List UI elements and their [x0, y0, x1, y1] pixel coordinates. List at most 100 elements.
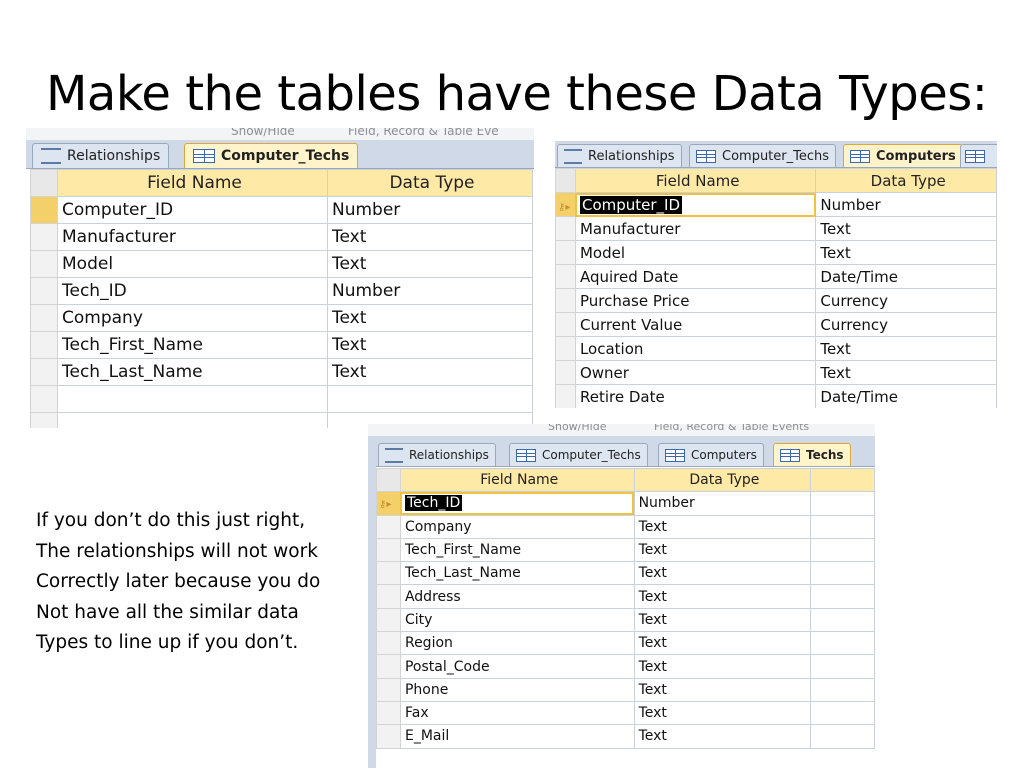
row-selector[interactable] — [376, 584, 401, 609]
table-row[interactable]: Address Text — [376, 584, 875, 609]
field-name-cell[interactable] — [57, 385, 328, 413]
row-selector[interactable] — [376, 724, 401, 749]
field-name-cell[interactable]: Company — [57, 304, 328, 332]
data-type-cell[interactable]: Currency — [815, 312, 997, 337]
data-type-cell[interactable]: Text — [815, 336, 997, 361]
table-row[interactable]: Phone Text — [376, 677, 875, 702]
table-row[interactable]: Model Text — [555, 240, 997, 265]
data-type-cell[interactable]: Text — [633, 607, 812, 633]
table-row[interactable]: E_Mail Text — [376, 724, 875, 749]
field-name-cell[interactable]: City — [399, 607, 635, 633]
table-row[interactable]: City Text — [376, 607, 875, 633]
row-selector[interactable] — [30, 331, 58, 359]
field-name-cell[interactable]: Phone — [399, 677, 635, 702]
data-type-cell[interactable]: Number — [633, 491, 812, 516]
select-all-corner[interactable] — [30, 169, 58, 197]
table-row[interactable]: Location Text — [555, 336, 997, 361]
field-name-cell[interactable]: Current Value — [574, 312, 817, 337]
row-selector[interactable] — [376, 654, 401, 679]
tab-overflow[interactable] — [960, 144, 997, 167]
select-all-corner[interactable] — [376, 467, 401, 493]
row-selector[interactable] — [30, 385, 58, 413]
field-name-cell[interactable]: Location — [574, 336, 817, 361]
description-cell[interactable] — [810, 491, 875, 516]
row-selector[interactable] — [376, 677, 401, 702]
data-type-cell[interactable]: Text — [815, 240, 997, 265]
table-row[interactable]: Purchase Price Currency — [555, 288, 997, 313]
tab-computers[interactable]: Computers — [843, 144, 963, 167]
data-type-cell[interactable]: Date/Time — [815, 264, 997, 289]
table-row[interactable]: ⚷▸ Computer_ID Number — [555, 192, 997, 217]
table-row[interactable]: Owner Text — [555, 360, 997, 385]
row-selector[interactable] — [376, 537, 401, 563]
row-selector[interactable] — [555, 336, 576, 361]
data-type-cell[interactable]: Number — [815, 192, 997, 217]
field-name-cell[interactable]: Company — [399, 514, 635, 539]
field-name-cell[interactable]: Retire Date — [574, 384, 817, 408]
row-selector[interactable] — [376, 514, 401, 539]
description-cell[interactable] — [810, 607, 875, 633]
field-name-cell[interactable]: Owner — [574, 360, 817, 385]
data-type-cell[interactable]: Text — [327, 223, 533, 251]
field-name-cell[interactable]: Manufacturer — [57, 223, 328, 251]
table-row[interactable]: Manufacturer Text — [555, 216, 997, 241]
description-cell[interactable] — [810, 631, 875, 656]
tab-computer-techs[interactable]: Computer_Techs — [689, 144, 837, 167]
table-row[interactable]: Model Text — [30, 250, 533, 278]
table-row[interactable]: Fax Text — [376, 700, 875, 726]
field-name-cell[interactable]: Postal_Code — [399, 654, 635, 679]
tab-computer-techs[interactable]: Computer_Techs — [509, 443, 648, 466]
field-name-cell[interactable]: E_Mail — [399, 724, 635, 749]
table-row[interactable]: Region Text — [376, 631, 875, 656]
tab-computers[interactable]: Computers — [658, 443, 764, 466]
table-row[interactable]: Aquired Date Date/Time — [555, 264, 997, 289]
row-selector[interactable] — [30, 358, 58, 386]
description-cell[interactable] — [810, 677, 875, 702]
data-type-cell[interactable]: Date/Time — [815, 384, 997, 408]
description-cell[interactable] — [810, 561, 875, 586]
data-type-cell[interactable]: Text — [633, 677, 812, 702]
row-selector[interactable] — [555, 216, 576, 241]
data-type-cell[interactable]: Text — [633, 724, 812, 749]
select-all-corner[interactable] — [555, 168, 576, 193]
table-row[interactable]: Tech_Last_Name Text — [30, 358, 533, 386]
tab-relationships[interactable]: Relationships — [557, 144, 682, 167]
table-row[interactable]: Tech_Last_Name Text — [376, 561, 875, 586]
table-row[interactable]: Tech_ID Number — [30, 277, 533, 305]
field-name-cell[interactable]: Address — [399, 584, 635, 609]
description-cell[interactable] — [810, 724, 875, 749]
field-name-cell[interactable]: Tech_Last_Name — [57, 358, 328, 386]
row-selector[interactable] — [555, 384, 576, 408]
field-name-cell[interactable]: Tech_First_Name — [399, 537, 635, 563]
row-selector[interactable]: ⚷▸ — [555, 192, 576, 217]
field-name-cell[interactable]: Computer_ID — [57, 196, 328, 224]
row-selector[interactable] — [376, 700, 401, 726]
field-name-cell[interactable]: Fax — [399, 700, 635, 726]
field-name-cell[interactable]: Region — [399, 631, 635, 656]
field-name-cell[interactable]: Tech_Last_Name — [399, 561, 635, 586]
table-row[interactable]: Current Value Currency — [555, 312, 997, 337]
data-type-cell[interactable] — [327, 385, 533, 413]
row-selector[interactable] — [30, 277, 58, 305]
data-type-cell[interactable]: Text — [633, 514, 812, 539]
data-type-cell[interactable]: Text — [633, 654, 812, 679]
row-selector[interactable] — [30, 250, 58, 278]
table-row[interactable]: Retire Date Date/Time — [555, 384, 997, 408]
field-name-cell[interactable]: Tech_ID — [399, 491, 635, 516]
table-row[interactable]: Company Text — [376, 514, 875, 539]
tab-techs[interactable]: Techs — [773, 443, 851, 466]
data-type-cell[interactable]: Text — [633, 700, 812, 726]
table-row[interactable]: Computer_ID Number — [30, 196, 533, 224]
table-row[interactable]: Company Text — [30, 304, 533, 332]
tab-relationships[interactable]: Relationships — [378, 443, 496, 466]
table-row[interactable]: Tech_First_Name Text — [376, 537, 875, 563]
description-cell[interactable] — [810, 537, 875, 563]
data-type-cell[interactable]: Number — [327, 196, 533, 224]
data-type-cell[interactable]: Text — [633, 584, 812, 609]
row-selector[interactable] — [30, 196, 58, 224]
row-selector[interactable] — [30, 223, 58, 251]
data-type-cell[interactable]: Text — [815, 216, 997, 241]
row-selector[interactable] — [376, 631, 401, 656]
table-row[interactable]: ⚷▸ Tech_ID Number — [376, 491, 875, 516]
row-selector[interactable] — [555, 264, 576, 289]
